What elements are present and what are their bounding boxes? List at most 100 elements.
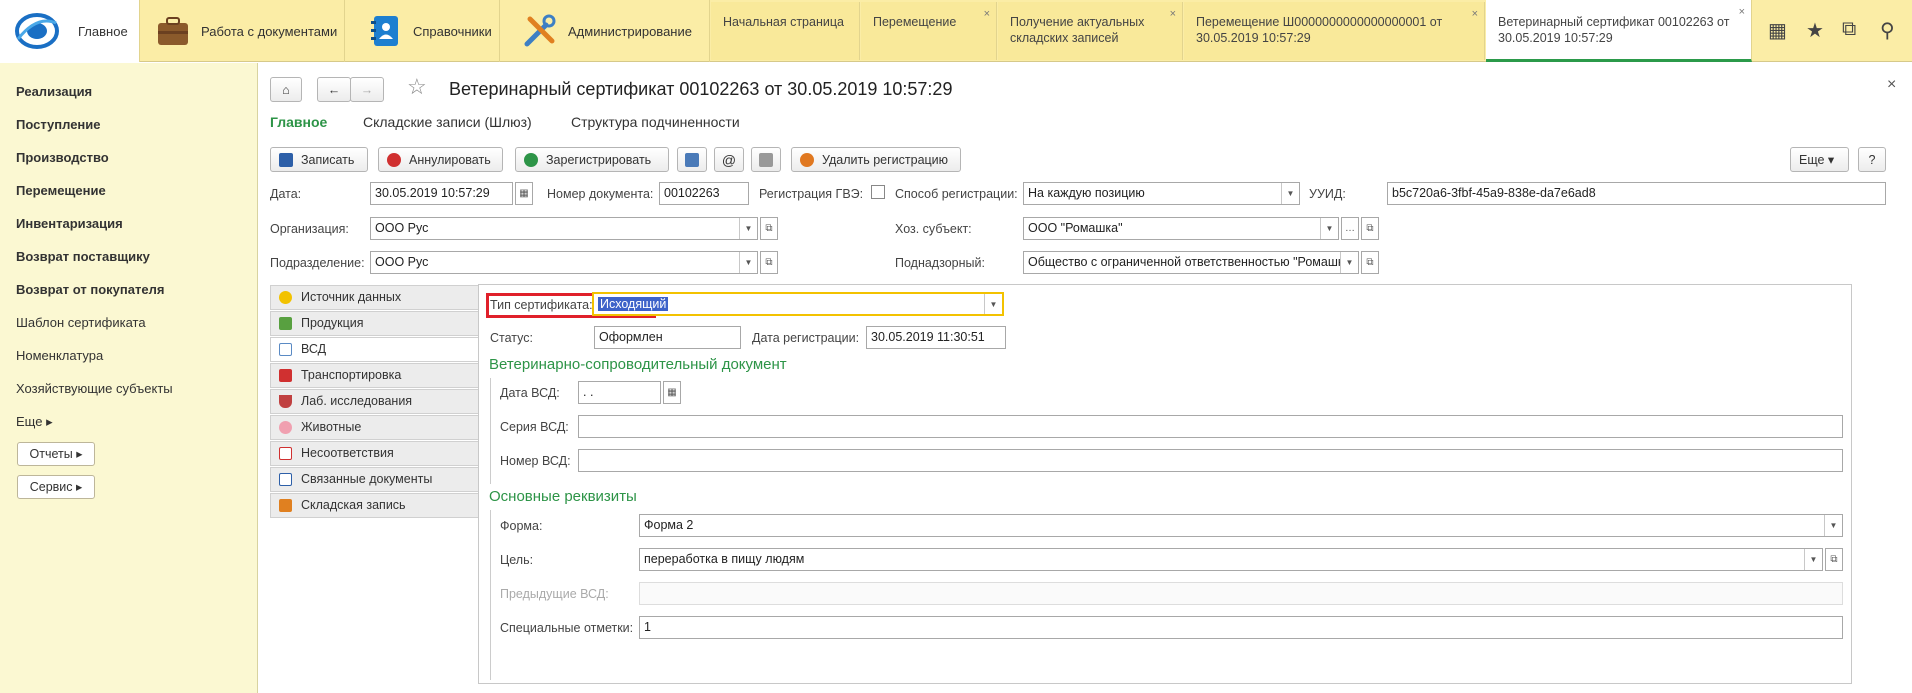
gvz-checkbox[interactable]: [871, 185, 885, 199]
form-label: Форма:: [500, 519, 543, 533]
prev-vsd-label: Предыдущие ВСД:: [500, 587, 609, 601]
annul-button[interactable]: Аннулировать: [378, 147, 503, 172]
org-select[interactable]: ООО Рус ▼: [370, 217, 758, 240]
vsd-date-input[interactable]: . .: [578, 381, 661, 404]
tab-warehouse-records[interactable]: Получение актуальных складских записей ×: [998, 2, 1183, 60]
purpose-select[interactable]: переработка в пищу людям ▼: [639, 548, 1823, 571]
vsd-number-input[interactable]: [578, 449, 1843, 472]
sidebar-item-production[interactable]: Производство: [16, 150, 109, 165]
uuid-input[interactable]: b5c720a6-3fbf-45a9-838e-da7e6ad8: [1387, 182, 1886, 205]
form-select[interactable]: Форма 2 ▼: [639, 514, 1843, 537]
close-form-icon[interactable]: ×: [1887, 76, 1896, 94]
sidebar-item-customer-return[interactable]: Возврат от покупателя: [16, 282, 164, 297]
cert-type-select[interactable]: Исходящий ▼: [592, 292, 1004, 316]
print-button[interactable]: [751, 147, 781, 172]
chevron-down-icon[interactable]: ▼: [1340, 252, 1358, 273]
sidebar-item-cert-template[interactable]: Шаблон сертификата: [16, 315, 146, 330]
search-icon[interactable]: ⚲: [1880, 18, 1895, 43]
side-tab-data-source[interactable]: Источник данных: [270, 285, 480, 310]
tab-movement[interactable]: Перемещение ×: [861, 2, 997, 60]
forward-button[interactable]: →: [350, 77, 384, 102]
section-references[interactable]: Справочники: [345, 0, 500, 62]
save-button[interactable]: Записать: [270, 147, 368, 172]
help-button[interactable]: ?: [1858, 147, 1886, 172]
form-tab-structure[interactable]: Структура подчиненности: [571, 114, 740, 130]
form-tab-warehouse-records[interactable]: Складские записи (Шлюз): [363, 114, 532, 130]
tab-close-icon[interactable]: ×: [984, 6, 990, 22]
regmethod-select[interactable]: На каждую позицию ▼: [1023, 182, 1300, 205]
side-tab-linked-docs[interactable]: Связанные документы: [270, 467, 480, 492]
supervised-select[interactable]: Общество с ограниченной ответственностью…: [1023, 251, 1359, 274]
open-icon[interactable]: ⧉: [760, 217, 778, 240]
floppy-icon: [279, 152, 293, 167]
service-button[interactable]: Сервис ▸: [17, 475, 95, 499]
sidebar-item-more[interactable]: Еще ▸: [16, 414, 53, 430]
register-button[interactable]: Зарегистрировать: [515, 147, 669, 172]
chevron-down-icon[interactable]: ▼: [1281, 183, 1299, 204]
reports-button[interactable]: Отчеты ▸: [17, 442, 95, 466]
side-tab-products[interactable]: Продукция: [270, 311, 480, 336]
tab-vet-certificate[interactable]: Ветеринарный сертификат 00102263 от 30.0…: [1486, 0, 1752, 62]
sidebar-item-sales[interactable]: Реализация: [16, 84, 92, 99]
side-tab-vsd[interactable]: ВСД: [270, 337, 480, 362]
open-icon[interactable]: ⧉: [1361, 217, 1379, 240]
address-book-icon: [371, 16, 398, 46]
docnum-input[interactable]: 00102263: [659, 182, 749, 205]
sidebar-item-nomenclature[interactable]: Номенклатура: [16, 348, 103, 363]
tab-close-icon[interactable]: ×: [1472, 6, 1478, 22]
side-tab-transport[interactable]: Транспортировка: [270, 363, 480, 388]
chevron-down-icon[interactable]: ▼: [984, 294, 1002, 314]
tab-close-icon[interactable]: ×: [1739, 4, 1745, 20]
section-documents[interactable]: Работа с документами: [141, 0, 345, 62]
star-icon[interactable]: ★: [1806, 18, 1824, 43]
back-button[interactable]: ←: [317, 77, 351, 102]
open-icon[interactable]: ⧉: [1361, 251, 1379, 274]
side-tab-warehouse-record[interactable]: Складская запись: [270, 493, 480, 518]
org-label: Организация:: [270, 222, 349, 236]
chevron-down-icon[interactable]: ▼: [1320, 218, 1338, 239]
side-tab-animals[interactable]: Животные: [270, 415, 480, 440]
form-value: Форма 2: [644, 518, 694, 532]
open-icon[interactable]: ⧉: [760, 251, 778, 274]
tab-label: Ветеринарный сертификат 00102263 от 30.0…: [1498, 15, 1730, 45]
side-tab-lab[interactable]: Лаб. исследования: [270, 389, 480, 414]
app-window: Главное Работа с документами Справочники…: [0, 0, 1912, 693]
chevron-down-icon[interactable]: ▼: [739, 218, 757, 239]
ellipsis-icon[interactable]: …: [1341, 217, 1359, 240]
grid-menu-icon[interactable]: ▦: [1768, 18, 1787, 43]
microscope-button[interactable]: [677, 147, 707, 172]
status-value: Оформлен: [599, 330, 663, 344]
side-tab-nonconformities[interactable]: Несоответствия: [270, 441, 480, 466]
tab-start-page[interactable]: Начальная страница: [711, 2, 860, 60]
email-button[interactable]: @: [714, 147, 744, 172]
chevron-down-icon[interactable]: ▼: [1804, 549, 1822, 570]
tab-close-icon[interactable]: ×: [1170, 6, 1176, 22]
sidebar-item-inventory[interactable]: Инвентаризация: [16, 216, 123, 231]
history-icon[interactable]: ⧉: [1842, 18, 1856, 41]
sidebar-item-entities[interactable]: Хозяйствующие субъекты: [16, 381, 173, 396]
sidebar-item-receipts[interactable]: Поступление: [16, 117, 101, 132]
home-button[interactable]: ⌂: [270, 77, 302, 102]
subj-select[interactable]: ООО "Ромашка" ▼: [1023, 217, 1339, 240]
home-section[interactable]: Главное: [0, 0, 140, 62]
dept-select[interactable]: ООО Рус ▼: [370, 251, 758, 274]
tab-movement-doc[interactable]: Перемещение Ш0000000000000000001 от 30.0…: [1184, 2, 1485, 60]
favorite-star-icon[interactable]: ☆: [407, 74, 427, 100]
more-button[interactable]: Еще ▾: [1790, 147, 1849, 172]
calendar-icon[interactable]: ▦: [663, 381, 681, 404]
chevron-down-icon[interactable]: ▼: [739, 252, 757, 273]
sidebar-item-supplier-return[interactable]: Возврат поставщику: [16, 249, 150, 264]
gvz-label: Регистрация ГВЭ:: [759, 187, 864, 201]
vsd-series-label: Серия ВСД:: [500, 420, 569, 434]
side-tab-label: Животные: [301, 420, 362, 434]
delete-registration-button[interactable]: Удалить регистрацию: [791, 147, 961, 172]
sidebar-item-movement[interactable]: Перемещение: [16, 183, 106, 198]
marks-input[interactable]: 1: [639, 616, 1843, 639]
vsd-series-input[interactable]: [578, 415, 1843, 438]
section-admin[interactable]: Администрирование: [500, 0, 710, 62]
date-input[interactable]: 30.05.2019 10:57:29: [370, 182, 513, 205]
form-tab-main[interactable]: Главное: [270, 114, 327, 130]
chevron-down-icon[interactable]: ▼: [1824, 515, 1842, 536]
calendar-icon[interactable]: ▦: [515, 182, 533, 205]
open-icon[interactable]: ⧉: [1825, 548, 1843, 571]
